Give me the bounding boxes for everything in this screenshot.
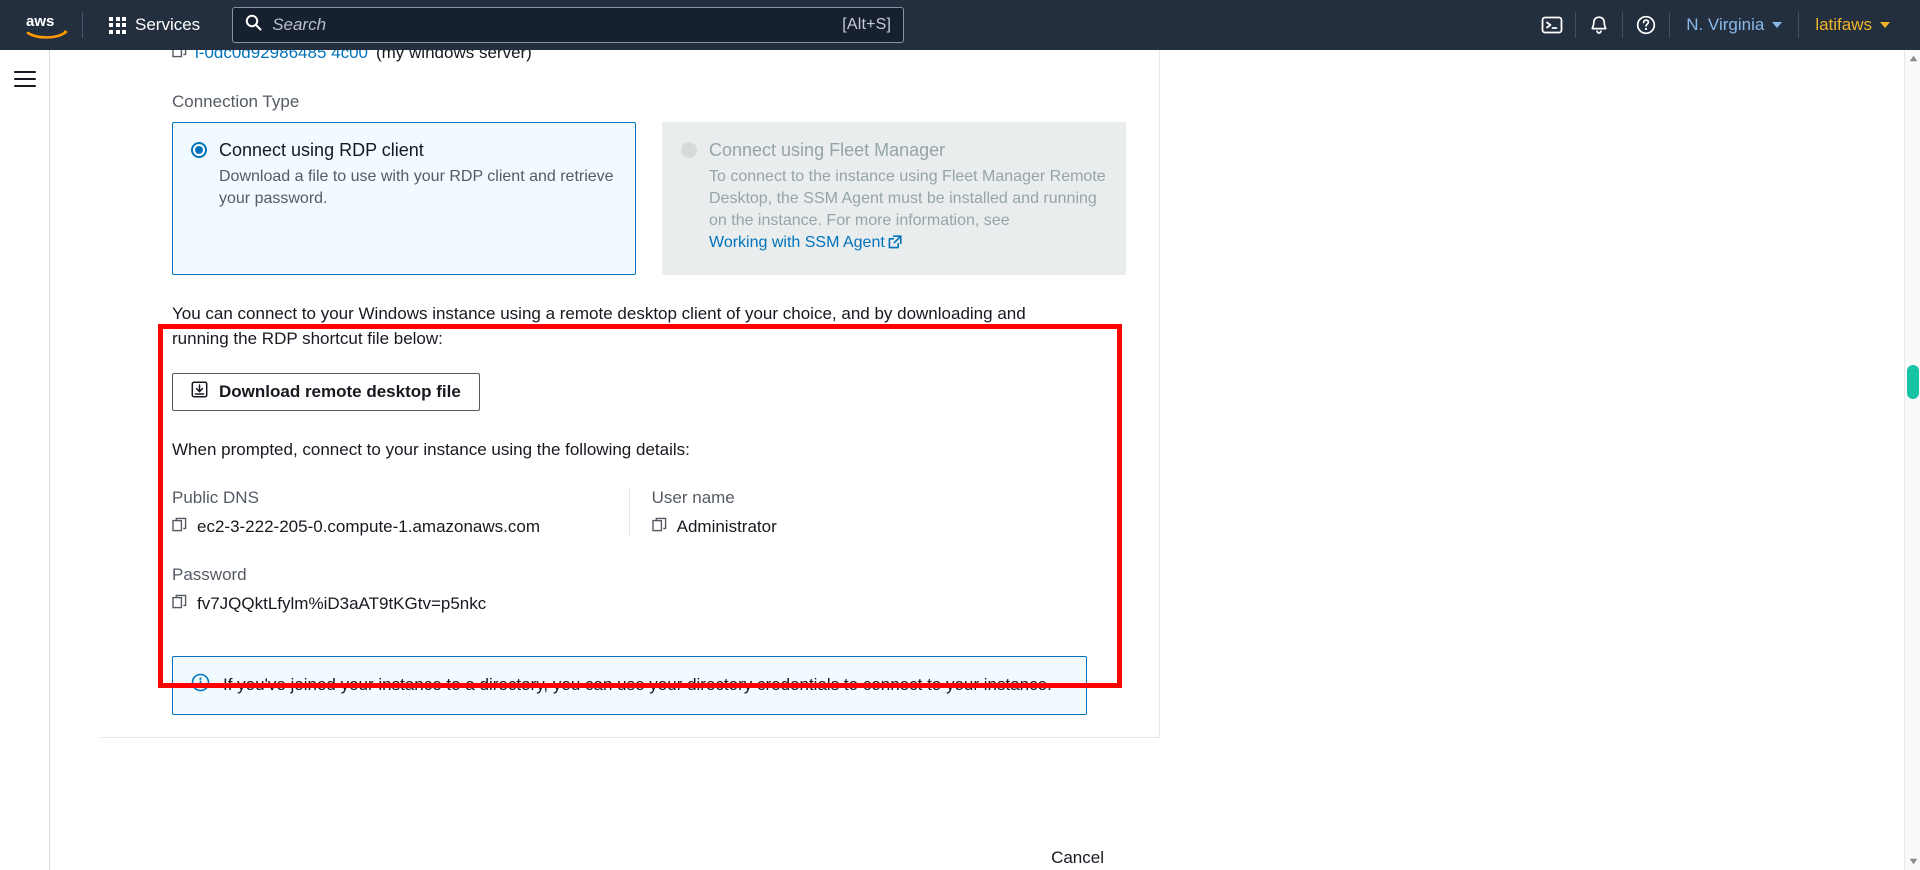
chevron-down-icon [1880, 22, 1890, 28]
notifications-button[interactable] [1576, 0, 1622, 50]
option-rdp-title: Connect using RDP client [219, 140, 424, 160]
connection-type-options: Connect using RDP client Download a file… [172, 122, 1159, 275]
password-value: fv7JQQktLfylm%iD3aAT9tKGtv=p5nkc [197, 594, 487, 614]
left-sidebar-rail [0, 50, 50, 870]
option-fleet-manager-title: Connect using Fleet Manager [709, 140, 946, 160]
option-rdp-description: Download a file to use with your RDP cli… [219, 167, 614, 207]
download-remote-desktop-file-button[interactable]: Download remote desktop file [172, 373, 480, 412]
option-connect-using-fleet-manager: Connect using Fleet Manager To connect t… [662, 122, 1126, 275]
hamburger-menu-icon[interactable] [10, 64, 40, 94]
search-icon [245, 14, 262, 36]
connection-type-label: Connection Type [172, 92, 300, 111]
public-dns-value: ec2-3-222-205-0.compute-1.amazonaws.com [197, 517, 541, 537]
external-link-icon[interactable] [888, 234, 902, 256]
copy-icon[interactable] [651, 517, 667, 537]
account-label: latifaws [1815, 15, 1872, 34]
search-box[interactable]: [Alt+S] [232, 7, 905, 43]
top-navigation-bar: aws Services [Alt+S] [0, 0, 1920, 50]
download-icon [191, 381, 208, 403]
prompt-details-text: When prompted, connect to your instance … [172, 440, 690, 460]
cancel-button[interactable]: Cancel [1047, 842, 1108, 870]
region-label: N. Virginia [1686, 15, 1765, 34]
cloudshell-button[interactable] [1529, 0, 1575, 50]
instance-identifier-row: i-0dc0d92986485 4c00 (my windows server) [172, 50, 1159, 64]
instance-id-link[interactable]: i-0dc0d92986485 4c00 [195, 50, 368, 63]
info-circle-icon [191, 673, 210, 697]
directory-credentials-info-alert: If you've joined your instance to a dire… [172, 656, 1087, 715]
alert-message: If you've joined your instance to a dire… [223, 675, 1052, 695]
public-dns-value-row: ec2-3-222-205-0.compute-1.amazonaws.com [172, 517, 629, 537]
search-shortcut-hint: [Alt+S] [842, 16, 892, 33]
password-label: Password [172, 565, 247, 585]
option-connect-using-rdp-client[interactable]: Connect using RDP client Download a file… [172, 122, 636, 275]
services-menu-label: Services [135, 15, 201, 34]
nav-divider [82, 12, 83, 38]
user-name-value-row: Administrator [651, 517, 1087, 537]
instance-alias: (my windows server) [375, 50, 532, 62]
public-dns-label: Public DNS [172, 488, 259, 508]
radio-selected-icon[interactable] [191, 142, 207, 158]
panel-footer: Cancel [100, 842, 1160, 870]
working-with-ssm-agent-link[interactable]: Working with SSM Agent [709, 234, 885, 251]
copy-icon[interactable] [172, 50, 187, 63]
password-field: Password fv7JQQktLfylm%iD3aAT9tKGtv=p5nk… [172, 565, 1087, 614]
connect-to-instance-panel: i-0dc0d92986485 4c00 (my windows server)… [100, 50, 1160, 738]
radio-unselected-icon [681, 142, 697, 158]
option-fleet-manager-description: To connect to the instance using Fleet M… [709, 166, 1107, 256]
user-name-label: User name [651, 488, 735, 508]
grid-waffle-icon [109, 16, 126, 34]
fleet-manager-description-text: To connect to the instance using Fleet M… [709, 167, 1106, 229]
region-selector[interactable]: N. Virginia [1670, 0, 1798, 50]
help-button[interactable] [1623, 0, 1669, 50]
connection-details-grid: Public DNS ec2-3-222-205-0.compute-1.ama… [172, 488, 1087, 538]
page-scrollbar[interactable] [1904, 50, 1920, 870]
main-content-area: i-0dc0d92986485 4c00 (my windows server)… [50, 50, 1920, 870]
search-input[interactable] [272, 15, 843, 35]
rdp-intro-text: You can connect to your Windows instance… [172, 303, 1026, 348]
copy-icon[interactable] [172, 517, 187, 537]
scrollbar-thumb[interactable] [1907, 365, 1919, 399]
scroll-down-arrow-icon[interactable] [1905, 853, 1920, 870]
scroll-up-arrow-icon[interactable] [1905, 50, 1920, 67]
copy-icon[interactable] [172, 594, 187, 614]
chevron-down-icon [1772, 22, 1783, 28]
aws-logo[interactable]: aws [16, 0, 78, 50]
nav-right-group: N. Virginia latifaws [1529, 0, 1920, 50]
password-value-row: fv7JQQktLfylm%iD3aAT9tKGtv=p5nkc [172, 594, 1087, 614]
user-name-field: User name Administrator [628, 488, 1087, 538]
public-dns-field: Public DNS ec2-3-222-205-0.compute-1.ama… [172, 488, 629, 537]
svg-text:aws: aws [26, 13, 54, 30]
services-menu-button[interactable]: Services [97, 8, 212, 42]
user-name-value: Administrator [676, 517, 777, 537]
account-menu[interactable]: latifaws [1799, 0, 1906, 50]
download-button-label: Download remote desktop file [219, 382, 461, 402]
